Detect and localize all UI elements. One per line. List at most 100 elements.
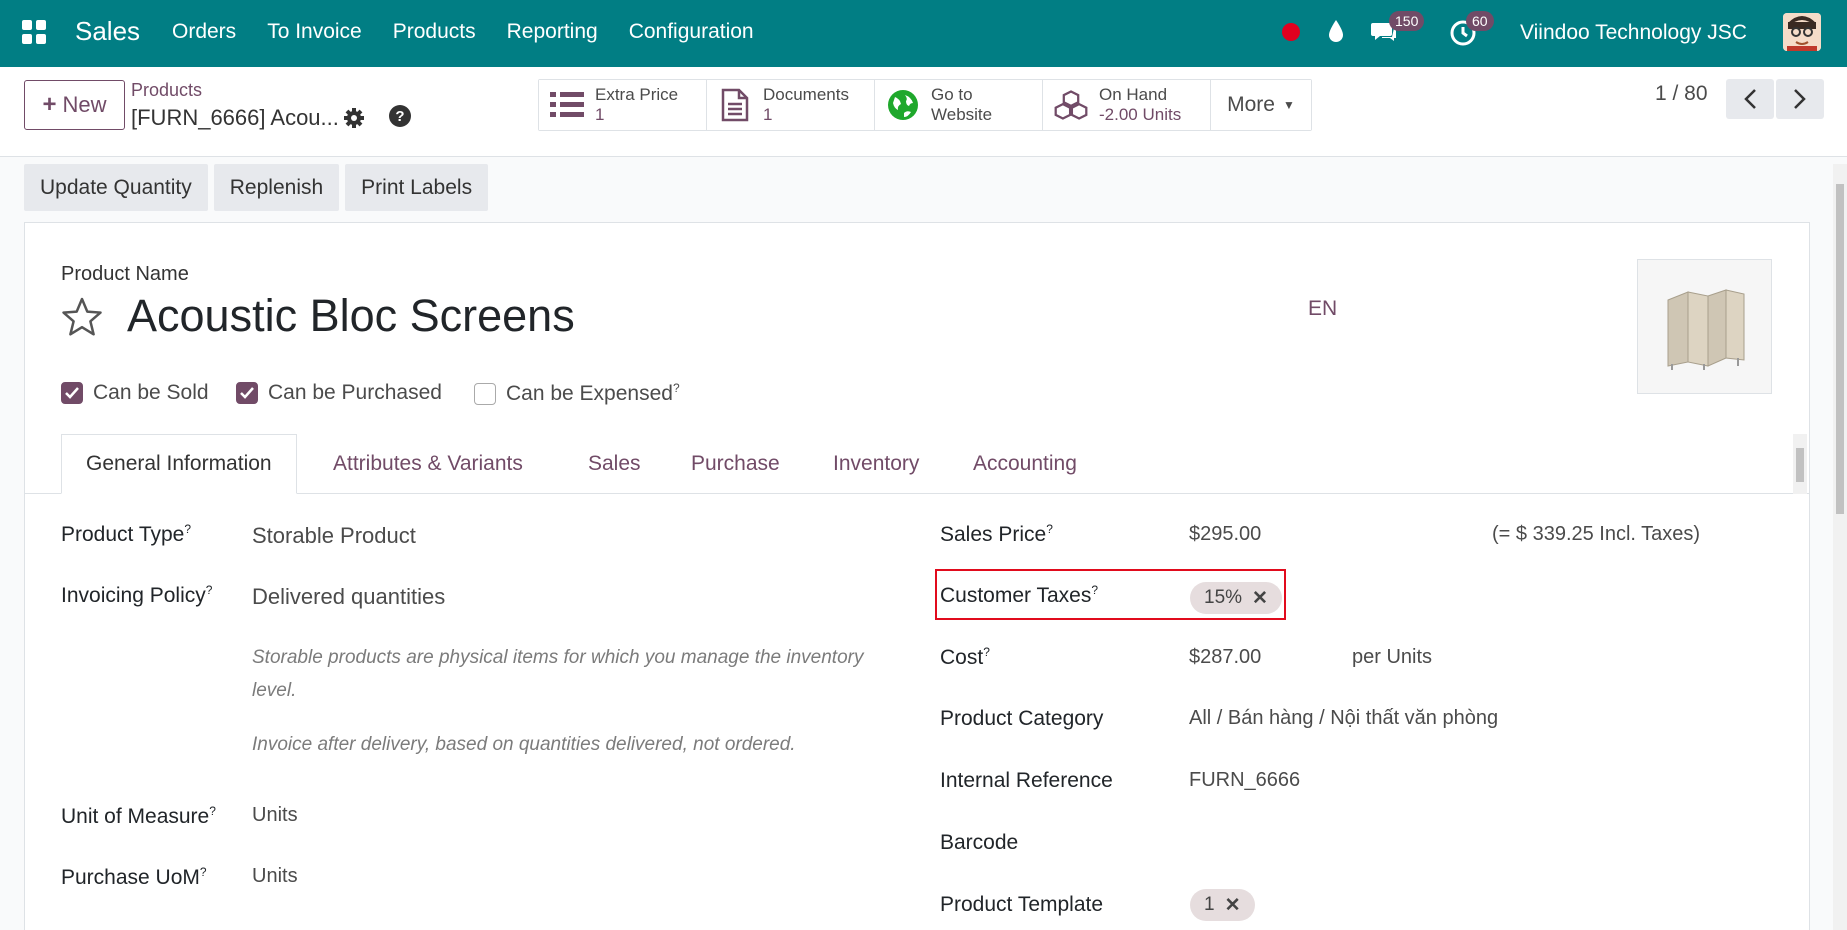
apps-menu-icon[interactable] [22, 20, 46, 44]
breadcrumb-current: [FURN_6666] Acou... [131, 105, 339, 130]
messages-badge: 150 [1389, 11, 1425, 31]
tab-accounting[interactable]: Accounting [973, 434, 1077, 494]
replenish-button[interactable]: Replenish [213, 164, 340, 211]
chevron-right-icon [1794, 89, 1806, 109]
invoicing-policy-select[interactable]: Delivered quantities [252, 584, 445, 610]
purchase-uom-label: Purchase UoM? [61, 865, 207, 889]
product-type-select[interactable]: Storable Product [252, 523, 416, 549]
remove-tag-icon[interactable]: ✕ [1252, 587, 1268, 610]
tabs-scrollbar[interactable] [1793, 434, 1807, 494]
customer-tax-tag-label: 15% [1204, 587, 1243, 608]
drop-icon[interactable] [1327, 19, 1345, 43]
extra-price-value: 1 [595, 105, 605, 124]
globe-icon [885, 87, 921, 123]
menu-to-invoice[interactable]: To Invoice [267, 20, 362, 44]
internal-reference-field[interactable]: FURN_6666 [1189, 769, 1300, 792]
app-brand[interactable]: Sales [75, 16, 140, 47]
cost-field[interactable]: $287.00 [1189, 646, 1261, 669]
go-to-website-button[interactable]: Go to Website [875, 80, 1043, 130]
menu-products[interactable]: Products [393, 20, 476, 44]
purchase-uom-field[interactable]: Units [252, 865, 298, 888]
record-icon[interactable] [1282, 23, 1300, 41]
tab-sales[interactable]: Sales [588, 434, 641, 494]
product-category-field[interactable]: All / Bán hàng / Nội thất văn phòng [1189, 707, 1498, 730]
product-category-label: Product Category [940, 707, 1104, 730]
uom-label: Unit of Measure? [61, 804, 216, 828]
menu-orders[interactable]: Orders [172, 20, 236, 44]
print-labels-button[interactable]: Print Labels [345, 164, 489, 211]
on-hand-value: -2.00 Units [1099, 105, 1182, 124]
tab-general-information[interactable]: General Information [61, 434, 297, 494]
invoicing-policy-help-text: Invoice after delivery, based on quantit… [252, 734, 796, 755]
can-be-purchased-checkbox[interactable]: Can be Purchased [236, 381, 442, 405]
menu-configuration[interactable]: Configuration [629, 20, 754, 44]
menu-reporting[interactable]: Reporting [507, 20, 598, 44]
tab-attributes-variants[interactable]: Attributes & Variants [333, 434, 523, 494]
remove-tag-icon[interactable]: ✕ [1225, 894, 1241, 917]
go-to-label: Go to [931, 85, 973, 104]
product-template-label: Product Template [940, 893, 1104, 916]
can-be-expensed-checkbox[interactable]: Can be Expensed? [474, 381, 680, 406]
cost-unit: per Units [1352, 646, 1433, 668]
chevron-left-icon [1744, 89, 1756, 109]
product-image[interactable] [1637, 259, 1772, 394]
invoicing-policy-label: Invoicing Policy? [61, 583, 213, 607]
product-name-label: Product Name [61, 263, 189, 285]
checkbox-unchecked-icon [474, 382, 496, 405]
more-dropdown[interactable]: More ▼ [1211, 80, 1311, 130]
activities-badge: 60 [1466, 11, 1494, 31]
update-quantity-button[interactable]: Update Quantity [24, 164, 208, 211]
help-tooltip-icon[interactable]: ? [673, 381, 680, 395]
can-be-purchased-label: Can be Purchased [268, 381, 442, 404]
user-avatar[interactable] [1783, 13, 1821, 51]
star-icon[interactable] [61, 296, 103, 338]
cost-label: Cost? [940, 645, 990, 669]
new-button[interactable]: + New [24, 80, 125, 130]
uom-field[interactable]: Units [252, 804, 298, 827]
main-menu: Orders To Invoice Products Reporting Con… [172, 20, 785, 44]
control-panel: + New Products [FURN_6666] Acou... ? Ext… [0, 67, 1847, 157]
tab-purchase[interactable]: Purchase [691, 434, 780, 494]
form-action-bar: Update Quantity Replenish Print Labels [24, 164, 489, 211]
can-be-sold-label: Can be Sold [93, 381, 209, 404]
on-hand-button[interactable]: On Hand -2.00 Units [1043, 80, 1211, 130]
product-name-field[interactable]: Acoustic Bloc Screens [127, 290, 575, 342]
customer-tax-tag[interactable]: 15% ✕ [1190, 582, 1282, 614]
breadcrumb-parent[interactable]: Products [131, 80, 202, 101]
cubes-icon [1053, 87, 1089, 123]
language-button[interactable]: EN [1308, 297, 1337, 321]
gear-icon[interactable] [343, 107, 365, 129]
help-icon[interactable]: ? [389, 105, 411, 127]
document-icon [717, 87, 753, 123]
internal-reference-label: Internal Reference [940, 769, 1113, 792]
product-type-label: Product Type? [61, 522, 192, 546]
smart-buttons: Extra Price 1 Documents 1 Go to Website On … [538, 79, 1312, 131]
checkbox-checked-icon [61, 382, 83, 404]
customer-taxes-label: Customer Taxes? [940, 583, 1099, 607]
plus-icon: + [42, 91, 57, 118]
documents-label: Documents [763, 85, 849, 104]
top-navbar: Sales Orders To Invoice Products Reporti… [0, 0, 1847, 67]
form-tabs: General Information Attributes & Variant… [24, 434, 1810, 494]
can-be-expensed-label: Can be Expensed [506, 382, 673, 405]
documents-button[interactable]: Documents 1 [707, 80, 875, 130]
pager-previous-button[interactable] [1726, 79, 1774, 119]
website-label: Website [931, 105, 993, 124]
pager-next-button[interactable] [1776, 79, 1824, 119]
product-template-tag[interactable]: 1 ✕ [1190, 889, 1255, 921]
extra-price-label: Extra Price [595, 85, 679, 104]
caret-down-icon: ▼ [1282, 98, 1295, 112]
more-label: More [1227, 93, 1275, 116]
company-switcher[interactable]: Viindoo Technology JSC [1520, 21, 1747, 45]
can-be-sold-checkbox[interactable]: Can be Sold [61, 381, 209, 405]
sales-price-field[interactable]: $295.00 [1189, 523, 1261, 546]
sales-price-label: Sales Price? [940, 522, 1053, 546]
new-button-label: New [62, 92, 107, 117]
price-incl-taxes: (= $ 339.25 Incl. Taxes) [1492, 523, 1701, 545]
product-type-help-text: Storable products are physical items for… [252, 647, 864, 701]
tab-inventory[interactable]: Inventory [833, 434, 919, 494]
extra-price-button[interactable]: Extra Price 1 [539, 80, 707, 130]
list-icon [549, 87, 585, 123]
page-scrollbar[interactable] [1833, 164, 1847, 930]
pager-value[interactable]: 1 / 80 [1655, 82, 1708, 106]
